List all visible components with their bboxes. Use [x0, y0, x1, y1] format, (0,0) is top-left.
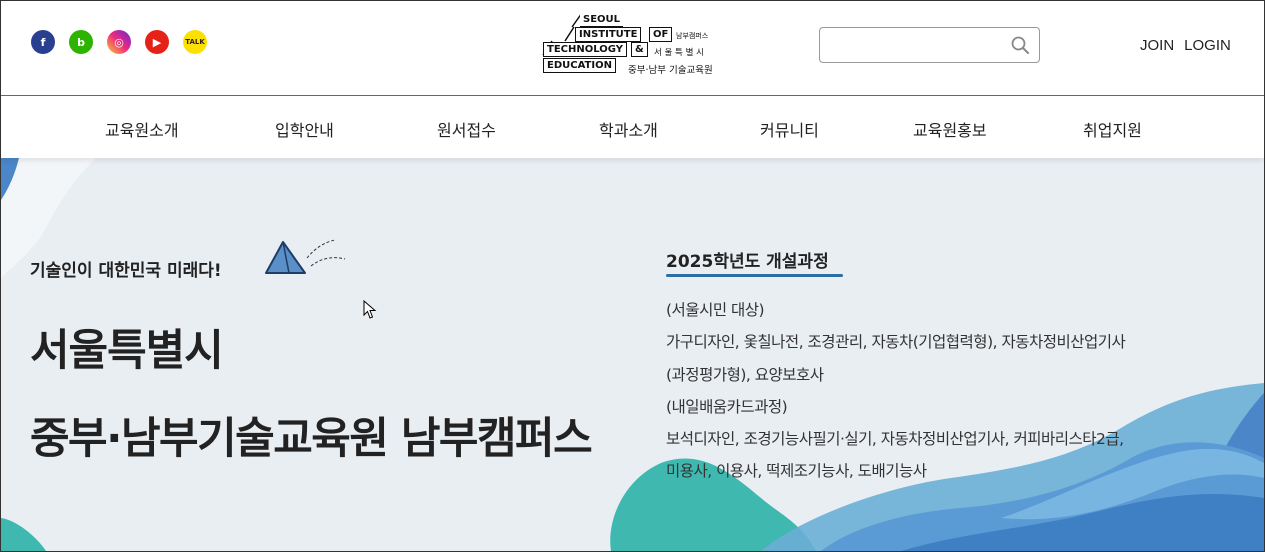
- join-link[interactable]: JOIN: [1140, 37, 1174, 54]
- site-header: f b ◎ ▶ TALK SEOUL INSTITUTE OF TECHNOLO…: [1, 1, 1264, 96]
- site-logo[interactable]: SEOUL INSTITUTE OF TECHNOLOGY & EDUCATIO…: [542, 13, 722, 79]
- mouse-cursor-icon: [363, 300, 377, 319]
- nav-item-employment[interactable]: 취업지원: [1083, 117, 1142, 141]
- course-line: (서울시민 대상): [666, 301, 765, 319]
- course-line: (내일배움카드과정): [666, 397, 788, 416]
- course-heading: 2025학년도 개설과정: [666, 252, 829, 272]
- page-frame: f b ◎ ▶ TALK SEOUL INSTITUTE OF TECHNOLO…: [0, 0, 1265, 552]
- search-input[interactable]: [828, 29, 1012, 61]
- logo-institute: INSTITUTE: [575, 27, 642, 42]
- nav-item-about[interactable]: 교육원소개: [105, 117, 179, 141]
- nav-item-departments[interactable]: 학과소개: [599, 117, 658, 141]
- main-nav: 교육원소개 입학안내 원서접수 학과소개 커뮤니티 교육원홍보 취업지원: [1, 96, 1264, 158]
- logo-education: EDUCATION: [543, 58, 616, 73]
- logo-seoul: SEOUL: [580, 13, 624, 27]
- logo-school-name: 중부·남부 기술교육원: [628, 65, 713, 76]
- kakaotalk-icon[interactable]: TALK: [183, 30, 207, 54]
- course-line: 가구디자인, 옻칠나전, 조경관리, 자동차(기업협력형), 자동차정비산업기사: [666, 333, 1126, 352]
- nav-item-community[interactable]: 커뮤니티: [760, 117, 819, 141]
- youtube-icon[interactable]: ▶: [145, 30, 169, 54]
- auth-links: JOIN LOGIN: [1140, 37, 1231, 54]
- social-links: f b ◎ ▶ TALK: [31, 30, 207, 54]
- nav-item-pr[interactable]: 교육원홍보: [913, 117, 987, 141]
- nav-item-admission[interactable]: 입학안내: [275, 117, 334, 141]
- facebook-icon[interactable]: f: [31, 30, 55, 54]
- logo-technology: TECHNOLOGY: [543, 42, 627, 57]
- search-icon[interactable]: [1011, 36, 1029, 54]
- course-list: (서울시민 대상) 가구디자인, 옻칠나전, 조경관리, 자동차(기업협력형),…: [666, 294, 1226, 488]
- nav-item-application[interactable]: 원서접수: [437, 117, 496, 141]
- logo-of: OF: [649, 27, 673, 42]
- login-link[interactable]: LOGIN: [1184, 37, 1231, 54]
- course-line: 보석디자인, 조경기능사필기·실기, 자동차정비산업기사, 커피바리스타2급,: [666, 430, 1124, 449]
- logo-campus: 남부캠퍼스: [676, 32, 709, 40]
- hero-title-line2: 중부·남부기술교육원 남부캠퍼스: [30, 414, 593, 464]
- hero-tagline: 기술인이 대한민국 미래다!: [30, 261, 222, 281]
- hero-title-line1: 서울특별시: [30, 326, 224, 376]
- search-box: [819, 27, 1040, 63]
- course-line: (과정평가형), 요양보호사: [666, 365, 824, 384]
- instagram-icon[interactable]: ◎: [107, 30, 131, 54]
- logo-ampersand: &: [631, 42, 648, 57]
- hero-banner: 기술인이 대한민국 미래다! 서울특별시 중부·남부기술교육원 남부캠퍼스 20…: [1, 158, 1264, 551]
- paper-plane-icon: [265, 239, 346, 274]
- logo-seoul-city: 서 울 특 별 시: [654, 48, 704, 58]
- course-heading-underline: [666, 274, 843, 277]
- course-line: 미용사, 이용사, 떡제조기능사, 도배기능사: [666, 462, 927, 481]
- naver-blog-icon[interactable]: b: [69, 30, 93, 54]
